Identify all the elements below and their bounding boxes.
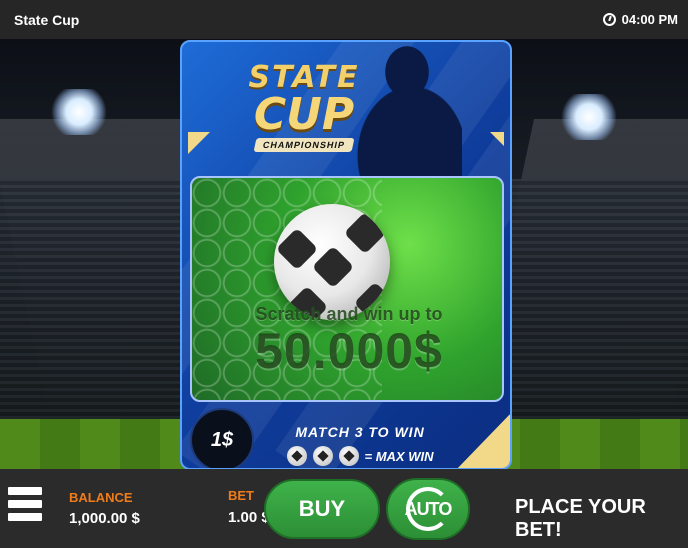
ticket-rules: MATCH 3 TO WIN = MAX WIN	[260, 424, 460, 466]
clock: 04:00 PM	[602, 12, 678, 27]
scratch-ticket: STATE CUP CHAMPIONSHIP Scratch and win u…	[180, 40, 512, 470]
soccer-ball-icon	[312, 446, 333, 466]
ticket-price-badge: 1$	[190, 408, 254, 468]
promo-amount: 50.000$	[255, 323, 443, 379]
auto-button[interactable]: AUTO	[386, 478, 470, 540]
logo-badge: CHAMPIONSHIP	[253, 138, 355, 152]
status-message: PLACE YOUR BET!	[515, 496, 646, 541]
bet-label: BET	[228, 488, 254, 503]
balance-value: 1,000.00 $	[69, 510, 140, 527]
soccer-ball-icon	[338, 446, 359, 466]
clock-time: 04:00 PM	[621, 12, 678, 27]
soccer-ball-icon	[274, 204, 390, 320]
clock-icon	[602, 13, 616, 26]
corner-accent	[454, 412, 510, 468]
corner-accent	[490, 132, 504, 146]
bottom-bar: BALANCE 1,000.00 $ BET 1.00 $ BUY AUTO P…	[0, 469, 688, 548]
logo-line2: CUP	[253, 89, 355, 140]
scratch-area[interactable]: Scratch and win up to 50.000$	[190, 176, 504, 402]
rule-match: MATCH 3 TO WIN	[295, 424, 425, 440]
floodlight-left	[50, 89, 108, 135]
top-bar: State Cup 04:00 PM	[0, 0, 688, 39]
rule-max: = MAX WIN	[364, 448, 434, 464]
buy-button[interactable]: BUY	[264, 479, 380, 539]
game-logo: STATE CUP CHAMPIONSHIP	[224, 60, 384, 153]
hamburger-menu-icon[interactable]	[8, 487, 42, 531]
soccer-ball-icon	[286, 446, 307, 466]
app-title: State Cup	[14, 11, 80, 28]
auto-label: AUTO	[404, 498, 453, 519]
corner-accent	[188, 132, 210, 154]
floodlight-right	[560, 94, 618, 140]
rule-max-row: = MAX WIN	[260, 446, 460, 466]
balance-label: BALANCE	[69, 490, 133, 505]
